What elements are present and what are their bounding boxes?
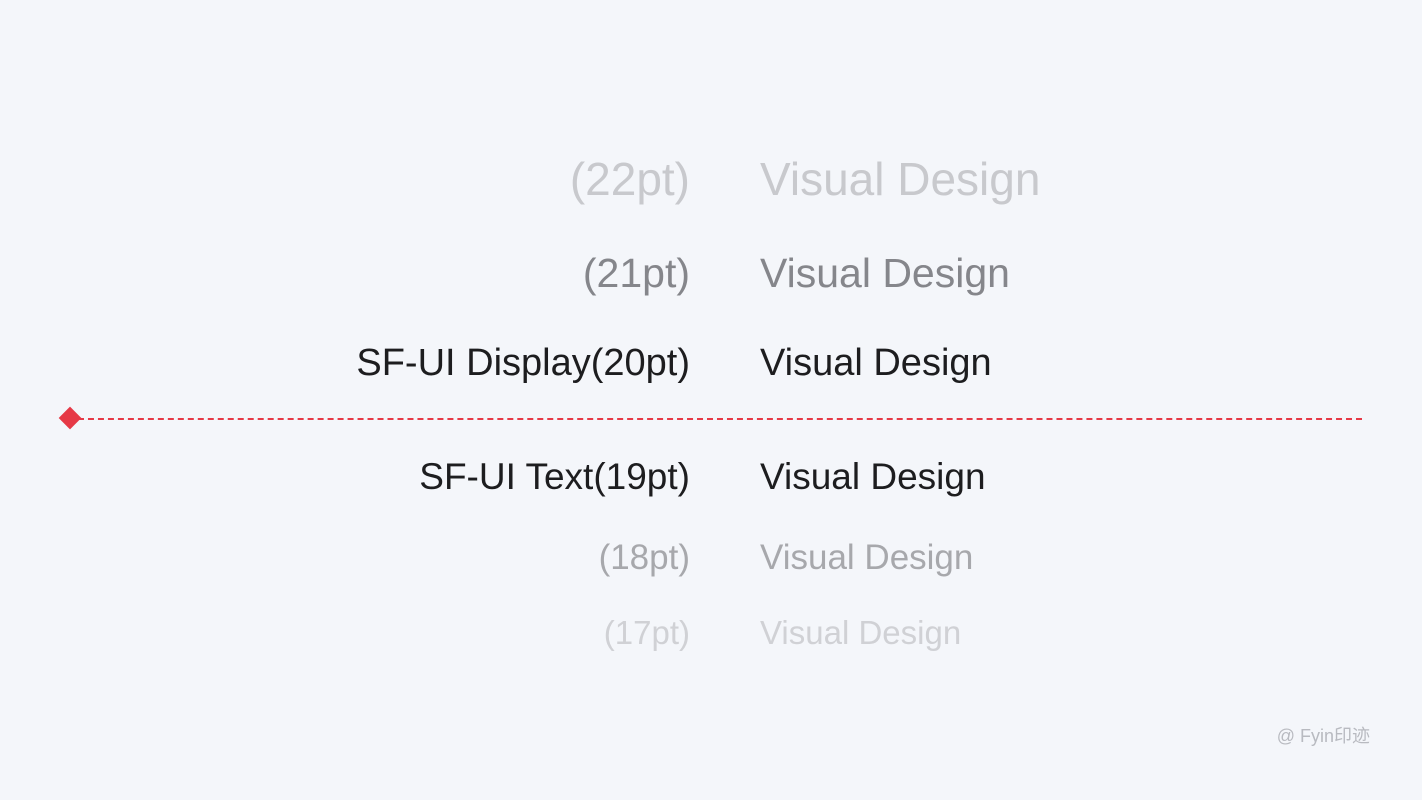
- size-label-18pt: (18pt): [599, 538, 690, 578]
- sample-text-21pt: Visual Design: [760, 250, 1010, 297]
- sample-text-19pt: Visual Design: [760, 456, 986, 498]
- size-label-21pt: (21pt): [583, 250, 690, 297]
- sample-text-17pt: Visual Design: [760, 614, 961, 652]
- size-label-20pt: SF-UI Display(20pt): [356, 342, 690, 385]
- size-label-17pt: (17pt): [604, 614, 690, 652]
- sample-text-20pt: Visual Design: [760, 342, 992, 385]
- diamond-marker-icon: [59, 407, 82, 430]
- sample-text-22pt: Visual Design: [760, 152, 1040, 206]
- sample-text-18pt: Visual Design: [760, 538, 973, 578]
- size-label-19pt: SF-UI Text(19pt): [419, 456, 690, 498]
- watermark-credit: @ Fyin印迹: [1277, 722, 1370, 748]
- size-label-22pt: (22pt): [570, 152, 690, 206]
- typography-comparison-slide: (22pt) Visual Design (21pt) Visual Desig…: [0, 0, 1422, 800]
- threshold-divider-line: [68, 418, 1362, 420]
